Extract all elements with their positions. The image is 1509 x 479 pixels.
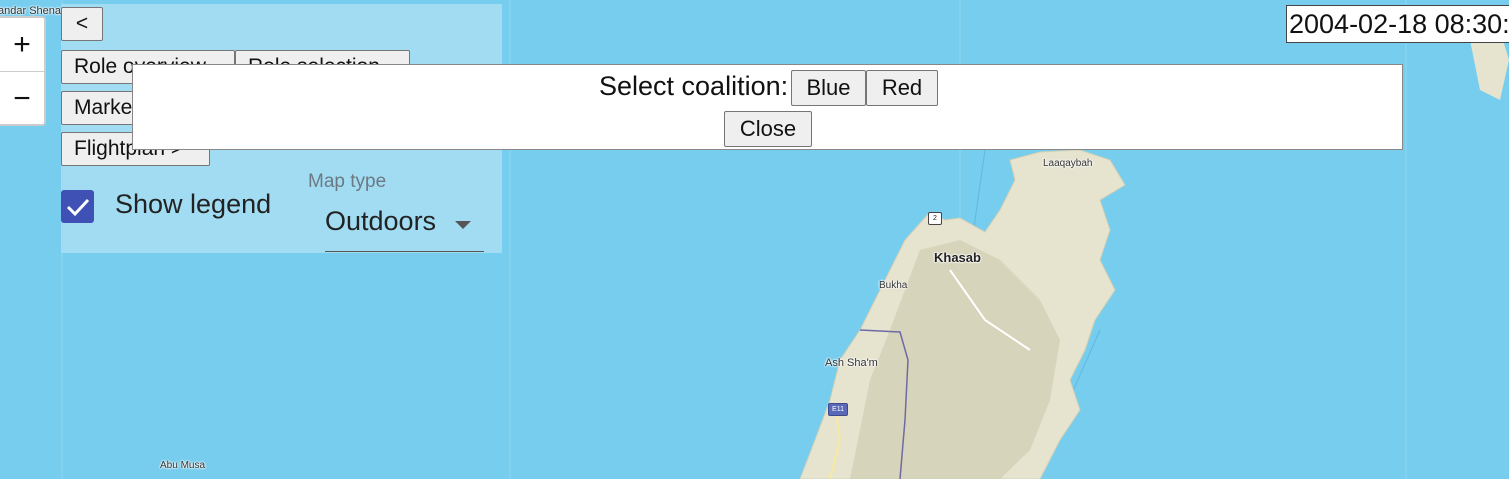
dropdown-arrow-icon: [455, 221, 471, 229]
plus-icon: +: [13, 27, 31, 61]
datetime-field[interactable]: 2004-02-18 08:30:: [1286, 5, 1509, 43]
map-label-khasab: Khasab: [934, 250, 981, 265]
show-legend-label: Show legend: [115, 189, 272, 219]
zoom-in-button[interactable]: +: [0, 18, 44, 71]
road-badge-coastal: E11: [828, 403, 848, 416]
red-coalition-button[interactable]: Red: [866, 70, 938, 106]
map-type-select[interactable]: Outdoors: [325, 200, 484, 252]
zoom-out-button[interactable]: −: [0, 71, 44, 125]
checkmark-icon: [66, 198, 89, 216]
coalition-dialog: Select coalition: Blue Red Close: [132, 64, 1403, 150]
map-label-ash-sham: Ash Sha'm: [825, 357, 878, 369]
close-button[interactable]: Close: [724, 111, 812, 147]
minus-icon: −: [13, 81, 31, 115]
coalition-prompt: Select coalition:: [599, 71, 789, 101]
collapse-panel-button[interactable]: <: [61, 7, 103, 41]
blue-coalition-button[interactable]: Blue: [791, 70, 866, 106]
zoom-control: + −: [0, 16, 46, 126]
show-legend-checkbox[interactable]: [61, 190, 94, 223]
map-type-value: Outdoors: [325, 206, 437, 236]
map-type-label: Map type: [308, 171, 387, 192]
map-label-abu-musa: Abu Musa: [160, 460, 206, 471]
road-badge-khasab: 2: [928, 212, 942, 225]
map-label-laaqaybah: Laaqaybah: [1043, 158, 1093, 169]
map-label-bukha: Bukha: [879, 280, 908, 291]
